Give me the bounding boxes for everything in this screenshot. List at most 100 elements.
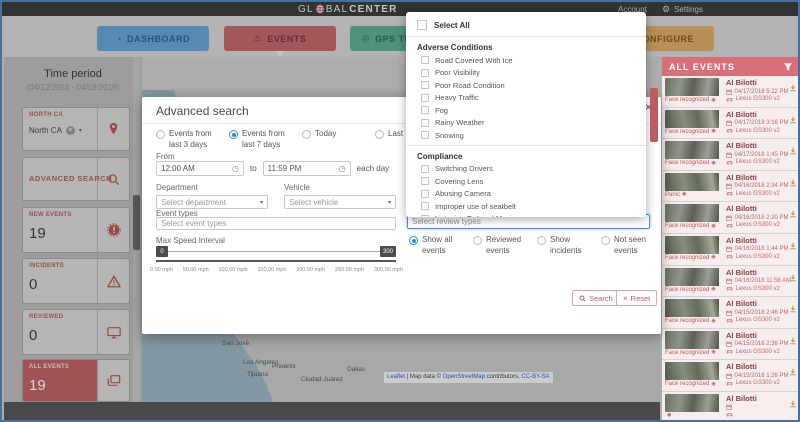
event-driver-name: Al Bilotti (726, 141, 757, 150)
event-type-option[interactable]: Fog (406, 104, 646, 117)
event-type-option[interactable]: Road Covered With Ice (406, 54, 646, 67)
show-option[interactable]: Show all events (409, 235, 462, 257)
eye-icon: ◉ (711, 382, 715, 387)
time-range-row: 12:00 AM ◷ to 11:59 PM ◷ each day (156, 161, 389, 176)
event-type-option[interactable]: Snowing (406, 129, 646, 142)
download-icon[interactable] (789, 363, 797, 381)
time-from-input[interactable]: 12:00 AM ◷ (156, 161, 244, 176)
search-button[interactable]: Search (572, 290, 620, 306)
reset-button[interactable]: × Reset (616, 290, 657, 306)
checkbox-icon (421, 202, 429, 210)
download-icon[interactable] (789, 174, 797, 192)
event-vehicle: Lexus GS300 v2 (726, 128, 797, 134)
event-thumbnail (665, 78, 719, 96)
download-icon[interactable] (789, 269, 797, 287)
checkbox-icon (421, 177, 429, 185)
event-vehicle: Lexus GS300 v2 (726, 317, 797, 323)
event-list-item[interactable]: Face recognized ◉ Al Bilotti 04/17/2018 … (662, 139, 800, 171)
radio-icon (229, 130, 238, 139)
show-option[interactable]: Reviewed events (473, 235, 526, 257)
event-date (726, 404, 797, 410)
event-tag: Face recognized ◉ (665, 381, 722, 387)
calendar-icon (726, 152, 732, 158)
slider-rail (156, 251, 396, 252)
slider-max-handle[interactable]: 300 (380, 246, 396, 257)
department-select[interactable]: Select department ▾ (156, 195, 268, 209)
event-type-option[interactable]: Improper use of seatbelt (406, 200, 646, 213)
event-thumbnail (665, 173, 719, 191)
event-list-item[interactable]: Face recognized ◉ Al Bilotti 04/16/2018 … (662, 266, 800, 298)
date-range-option[interactable]: Events from last 7 days (229, 129, 288, 151)
event-list-item[interactable]: Face recognized ◉ Al Bilotti 04/15/2018 … (662, 329, 800, 361)
radio-icon (375, 130, 384, 139)
eye-icon: ◉ (711, 98, 715, 103)
event-type-option[interactable]: Listening To Loud Music (406, 213, 646, 218)
show-option[interactable]: Not seen events (601, 235, 654, 257)
show-option[interactable]: Show incidents (537, 235, 590, 257)
event-list-item[interactable]: Face recognized ◉ Al Bilotti 04/16/2018 … (662, 234, 800, 266)
event-type-option[interactable]: Heavy Traffic (406, 92, 646, 105)
event-list-item[interactable]: Face recognized ◉ Al Bilotti 04/17/2018 … (662, 108, 800, 140)
car-icon (726, 381, 733, 386)
slider-min-handle[interactable]: 0 (156, 246, 168, 257)
event-list-item[interactable]: Face recognized ◉ Al Bilotti 04/15/2018 … (662, 297, 800, 329)
download-icon[interactable] (789, 237, 797, 255)
select-all-option[interactable]: Select All (406, 17, 646, 33)
car-icon (726, 286, 733, 291)
events-list[interactable]: Face recognized ◉ Al Bilotti 04/17/2018 … (662, 76, 800, 422)
calendar-icon (726, 404, 732, 410)
date-range-options: Events from last 3 days Events from last… (156, 129, 434, 151)
event-type-option[interactable]: Poor Road Condition (406, 79, 646, 92)
event-list-item[interactable]: Face recognized ◉ Al Bilotti 04/16/2018 … (662, 202, 800, 234)
event-date: 04/15/2018 2:46 PM (726, 310, 797, 316)
event-type-option[interactable]: Poor Visibility (406, 67, 646, 80)
department-vehicle-row: Department Select department ▾ Vehicle S… (156, 183, 396, 209)
to-label: to (250, 164, 257, 173)
event-tag: Panic ◉ (665, 192, 722, 198)
event-list-item[interactable]: ◉ Al Bilotti (662, 392, 800, 422)
radio-icon (156, 130, 165, 139)
download-icon[interactable] (789, 300, 797, 318)
event-thumbnail (665, 394, 719, 412)
event-driver-name: Al Bilotti (726, 394, 757, 403)
download-icon[interactable] (789, 79, 797, 97)
event-vehicle (726, 412, 797, 417)
event-vehicle: Lexus GS300 v2 (726, 96, 797, 102)
event-tag: Face recognized ◉ (665, 318, 722, 324)
event-date: 04/17/2018 5:22 PM (726, 89, 797, 95)
vehicle-select[interactable]: Select vehicle ▾ (284, 195, 396, 209)
event-thumbnail (665, 204, 719, 222)
event-date: 04/16/2018 11:58 AM (726, 278, 797, 284)
show-options: Show all events Reviewed events Show inc… (409, 235, 654, 257)
event-list-item[interactable]: Face recognized ◉ Al Bilotti 04/17/2018 … (662, 76, 800, 108)
filter-icon[interactable] (783, 62, 793, 72)
date-range-option[interactable]: Events from last 3 days (156, 129, 215, 151)
app-window: GL BAL CENTER Account ⚙ Settings ◔ DASHB… (0, 0, 800, 422)
search-icon (579, 295, 586, 302)
chevron-down-icon: ▾ (388, 199, 391, 206)
download-icon[interactable] (789, 142, 797, 160)
dropdown-scrollbar-thumb[interactable] (650, 88, 658, 142)
event-type-option[interactable]: Abusing Camera (406, 188, 646, 201)
download-icon[interactable] (789, 205, 797, 223)
event-vehicle: Lexus GS300 v2 (726, 191, 797, 197)
max-speed-label: Max Speed Interval (156, 236, 225, 245)
event-type-option[interactable]: Covering Lens (406, 175, 646, 188)
event-type-option[interactable]: Rainy Weather (406, 117, 646, 130)
event-thumbnail (665, 299, 719, 317)
download-icon[interactable] (789, 332, 797, 350)
event-list-item[interactable]: Panic ◉ Al Bilotti 04/16/2018 2:34 PM (662, 171, 800, 203)
event-list-item[interactable]: Face recognized ◉ Al Bilotti 04/15/2018 … (662, 360, 800, 392)
event-types-input[interactable]: Select event types (156, 217, 396, 230)
date-range-option[interactable]: Today (302, 129, 361, 140)
car-icon (726, 349, 733, 354)
download-icon[interactable] (789, 395, 797, 413)
time-to-input[interactable]: 11:59 PM ◷ (263, 161, 351, 176)
checkbox-icon (421, 215, 429, 217)
download-icon[interactable] (789, 111, 797, 129)
slider-scale-line (156, 260, 396, 262)
checkbox-icon (421, 81, 429, 89)
event-date: 04/17/2018 1:45 PM (726, 152, 797, 158)
event-driver-name: Al Bilotti (726, 236, 757, 245)
event-type-option[interactable]: Switching Drivers (406, 163, 646, 176)
